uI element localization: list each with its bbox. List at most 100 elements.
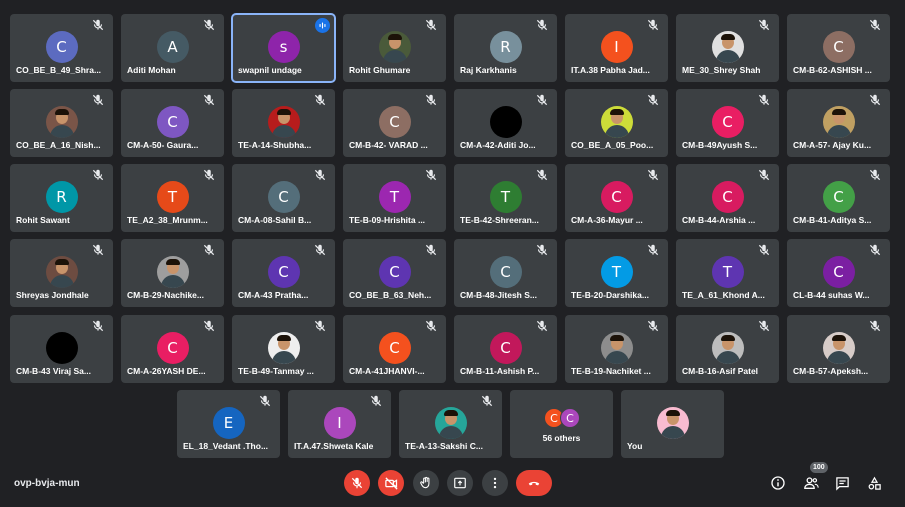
mic-toggle-button[interactable]	[344, 470, 370, 496]
participant-tile[interactable]: C CM-B-49Ayush S...	[676, 89, 779, 157]
mic-off-icon	[203, 19, 215, 31]
participant-tile[interactable]: T TE_A_61_Khond A...	[676, 239, 779, 307]
avatar: C	[489, 332, 522, 364]
participant-tile[interactable]: C CM-B-42- VARAD ...	[343, 89, 446, 157]
participant-tile[interactable]: Rohit Ghumare	[343, 14, 446, 82]
participant-name: CO_BE_B_49_Shra...	[16, 65, 102, 75]
meeting-details-button[interactable]	[768, 473, 788, 493]
mic-off-icon	[758, 19, 770, 31]
participant-tile[interactable]: TE-B-19-Nachiket ...	[565, 315, 668, 383]
avatar: C	[711, 106, 744, 138]
participant-tile[interactable]: I IT.A.38 Pabha Jad...	[565, 14, 668, 82]
participant-tile[interactable]: C CM-B-11-Ashish P...	[454, 315, 557, 383]
participant-tile[interactable]: R Rohit Sawant	[10, 164, 113, 232]
avatar: C	[560, 408, 580, 428]
others-tile[interactable]: C C 56 others	[510, 390, 613, 458]
raise-hand-button[interactable]	[413, 470, 439, 496]
avatar: T	[378, 181, 411, 213]
participant-name: ME_30_Shrey Shah	[682, 65, 761, 75]
participant-name: CM-B-43 Viraj Sa...	[16, 366, 91, 376]
participant-tile[interactable]: C CM-B-41-Aditya S...	[787, 164, 890, 232]
participant-tile[interactable]: C CM-A-50- Gaura...	[121, 89, 224, 157]
camera-toggle-button[interactable]	[378, 470, 404, 496]
mic-off-icon	[481, 395, 493, 407]
participant-name: CM-B-44-Arshia ...	[682, 215, 756, 225]
participant-name: CM-B-29-Nachike...	[127, 290, 204, 300]
participant-tile[interactable]: C CM-B-44-Arshia ...	[676, 164, 779, 232]
participant-tile[interactable]: Shreyas Jondhale	[10, 239, 113, 307]
participant-grid: C CO_BE_B_49_Shra... A Aditi Mohan s swapnil …	[0, 0, 905, 462]
mic-off-icon	[370, 395, 382, 407]
participant-tile[interactable]: I IT.A.47.Shweta Kale	[288, 390, 391, 458]
participant-tile[interactable]: TE-A-14-Shubha...	[232, 89, 335, 157]
mic-off-icon	[351, 477, 363, 489]
profile-photo	[378, 31, 411, 63]
more-options-button[interactable]	[482, 470, 508, 496]
participant-tile[interactable]: A Aditi Mohan	[121, 14, 224, 82]
avatar: R	[489, 31, 522, 63]
participant-name: IT.A.47.Shweta Kale	[294, 441, 374, 451]
participant-tile[interactable]: C CM-B-48-Jitesh S...	[454, 239, 557, 307]
activities-button[interactable]	[864, 473, 884, 493]
people-button[interactable]	[801, 473, 821, 493]
participant-tile[interactable]: TE-A-13-Sakshi C...	[399, 390, 502, 458]
participant-tile[interactable]: CM-B-57-Apeksh...	[787, 315, 890, 383]
participant-tile[interactable]: CM-B-29-Nachike...	[121, 239, 224, 307]
participant-tile[interactable]: C CM-A-36-Mayur ...	[565, 164, 668, 232]
mic-off-icon	[92, 169, 104, 181]
chat-button[interactable]	[832, 473, 852, 493]
participant-tile[interactable]: CM-A-42-Aditi Jo...	[454, 89, 557, 157]
participant-tile[interactable]: C CL-B-44 suhas W...	[787, 239, 890, 307]
participant-name: CM-B-57-Apeksh...	[793, 366, 869, 376]
participant-tile[interactable]: C CM-A-41JHANVI-...	[343, 315, 446, 383]
mic-off-icon	[869, 19, 881, 31]
avatar: A	[156, 31, 189, 63]
participant-tile[interactable]: R Raj Karkhanis	[454, 14, 557, 82]
participant-tile[interactable]: T TE-B-20-Darshika...	[565, 239, 668, 307]
self-tile[interactable]: You	[621, 390, 724, 458]
avatar: C	[156, 106, 189, 138]
present-screen-button[interactable]	[447, 470, 473, 496]
participant-name: EL_18_Vedant .Tho...	[183, 441, 269, 451]
avatar: I	[323, 407, 356, 439]
mic-off-icon	[425, 19, 437, 31]
avatar: E	[212, 407, 245, 439]
mic-off-icon	[425, 320, 437, 332]
participant-tile[interactable]: C CM-A-43 Pratha...	[232, 239, 335, 307]
participant-tile[interactable]: CO_BE_A_05_Poo...	[565, 89, 668, 157]
mic-off-icon	[647, 19, 659, 31]
participant-tile[interactable]: s swapnil undage	[231, 13, 336, 83]
participant-name: CM-A-26YASH DE...	[127, 366, 206, 376]
participant-tile[interactable]: T TE-B-09-Hrishita ...	[343, 164, 446, 232]
leave-call-button[interactable]	[516, 470, 552, 496]
mic-off-icon	[647, 320, 659, 332]
participant-tile[interactable]: CM-B-16-Asif Patel	[676, 315, 779, 383]
mic-off-icon	[203, 169, 215, 181]
avatar	[45, 332, 78, 364]
participant-tile[interactable]: CM-A-57- Ajay Ku...	[787, 89, 890, 157]
profile-photo	[600, 106, 633, 138]
others-avatars: CC	[544, 408, 584, 430]
participant-tile[interactable]: TE-B-49-Tanmay ...	[232, 315, 335, 383]
participant-name: Rohit Sawant	[16, 215, 70, 225]
participant-tile[interactable]: CO_BE_A_16_Nish...	[10, 89, 113, 157]
participant-tile[interactable]: C CO_BE_B_63_Neh...	[343, 239, 446, 307]
participant-name: CM-A-08-Sahil B...	[238, 215, 312, 225]
mic-off-icon	[536, 320, 548, 332]
info-icon	[771, 476, 785, 490]
mic-off-icon	[758, 169, 770, 181]
participant-tile[interactable]: T TE_A2_38_Mrunm...	[121, 164, 224, 232]
participant-tile[interactable]: C CM-A-08-Sahil B...	[232, 164, 335, 232]
hand-icon	[420, 476, 430, 489]
participant-tile[interactable]: C CM-A-26YASH DE...	[121, 315, 224, 383]
participant-tile[interactable]: C CM-B-62-ASHISH ...	[787, 14, 890, 82]
participant-tile[interactable]: ME_30_Shrey Shah	[676, 14, 779, 82]
participant-name: TE-B-49-Tanmay ...	[238, 366, 314, 376]
participant-name: CO_BE_B_63_Neh...	[349, 290, 432, 300]
participant-name: swapnil undage	[238, 65, 302, 75]
participant-tile[interactable]: T TE-B-42-Shreeran...	[454, 164, 557, 232]
avatar: C	[822, 181, 855, 213]
participant-tile[interactable]: CM-B-43 Viraj Sa...	[10, 315, 113, 383]
participant-tile[interactable]: C CO_BE_B_49_Shra...	[10, 14, 113, 82]
participant-tile[interactable]: E EL_18_Vedant .Tho...	[177, 390, 280, 458]
